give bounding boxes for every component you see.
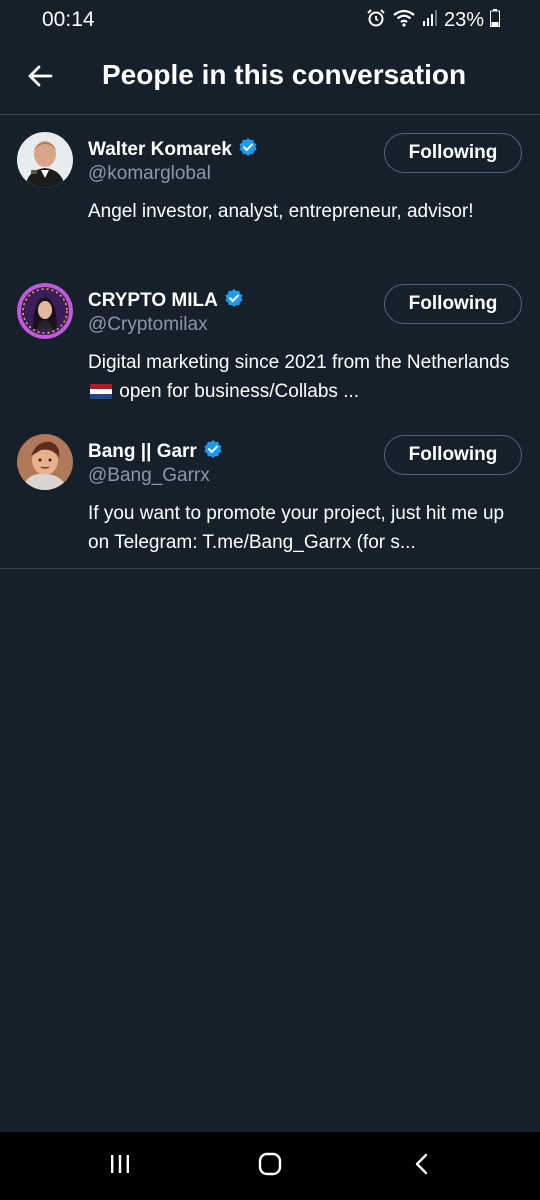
screen: 00:14 23% People in this conversation Wa…	[0, 0, 540, 1200]
recent-apps-button[interactable]	[100, 1148, 140, 1184]
person-bio: Angel investor, analyst, entrepreneur, a…	[88, 201, 474, 222]
name-row: Walter Komarek	[88, 137, 258, 162]
person-row[interactable]: CRYPTO MILA @Cryptomilax Digital marketi…	[0, 266, 540, 417]
person-handle: @Cryptomilax	[88, 314, 208, 335]
alarm-icon	[366, 8, 386, 33]
person-row[interactable]: Bang || Garr @Bang_Garrx If you want to …	[0, 417, 540, 568]
status-time: 00:14	[42, 8, 95, 31]
following-button[interactable]: Following	[384, 435, 522, 475]
back-icon	[410, 1152, 434, 1181]
status-bar: 00:14 23%	[0, 0, 540, 40]
verified-badge-icon	[238, 137, 258, 162]
back-button[interactable]	[20, 58, 60, 98]
name-row: CRYPTO MILA	[88, 288, 244, 313]
recent-apps-icon	[108, 1152, 132, 1181]
header: People in this conversation	[0, 40, 540, 115]
avatar[interactable]	[17, 132, 73, 188]
battery-icon	[490, 9, 500, 32]
following-button[interactable]: Following	[384, 284, 522, 324]
verified-badge-icon	[203, 439, 223, 464]
back-arrow-icon	[27, 64, 53, 93]
battery-percent: 23%	[443, 9, 484, 31]
person-handle: @komarglobal	[88, 163, 211, 184]
wifi-icon	[392, 8, 416, 33]
nav-bar	[0, 1132, 540, 1200]
person-name: CRYPTO MILA	[88, 289, 218, 311]
page-title: People in this conversation	[102, 59, 467, 90]
avatar[interactable]	[17, 283, 73, 339]
person-row[interactable]: Walter Komarek @komarglobal Angel invest…	[0, 115, 540, 266]
person-name: Bang || Garr	[88, 440, 197, 462]
name-row: Bang || Garr	[88, 439, 223, 464]
bio-text-part: Digital marketing since 2021 from the Ne…	[88, 352, 510, 373]
system-back-button[interactable]	[402, 1148, 442, 1184]
person-bio: Digital marketing since 2021 from the Ne…	[88, 348, 516, 406]
home-button[interactable]	[250, 1148, 290, 1184]
following-button[interactable]: Following	[384, 133, 522, 173]
netherlands-flag-icon	[90, 379, 112, 399]
person-handle: @Bang_Garrx	[88, 465, 210, 486]
status-icons: 23%	[366, 8, 500, 33]
signal-icon	[422, 9, 438, 32]
home-icon	[257, 1151, 283, 1182]
verified-badge-icon	[224, 288, 244, 313]
people-list: Walter Komarek @komarglobal Angel invest…	[0, 115, 540, 569]
avatar[interactable]	[17, 434, 73, 490]
person-name: Walter Komarek	[88, 138, 232, 160]
bio-text-part: open for business/Collabs ...	[114, 381, 360, 402]
person-bio: If you want to promote your project, jus…	[88, 503, 505, 553]
